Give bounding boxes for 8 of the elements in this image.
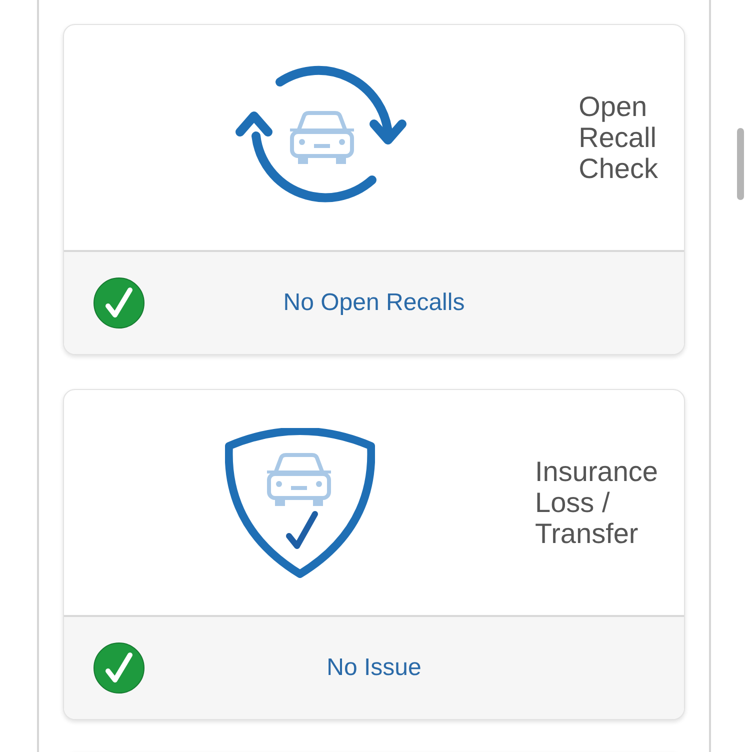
status-text: No Open Recalls (283, 289, 465, 316)
car-shield-icon (224, 428, 375, 578)
check-circle-icon (93, 277, 145, 329)
card-title: Insurance Loss / Transfer (535, 456, 659, 549)
card-title: Open Recall Check (578, 91, 659, 184)
check-circle-icon (93, 642, 145, 694)
scrollbar[interactable] (737, 128, 744, 200)
status-text: No Issue (326, 654, 422, 681)
